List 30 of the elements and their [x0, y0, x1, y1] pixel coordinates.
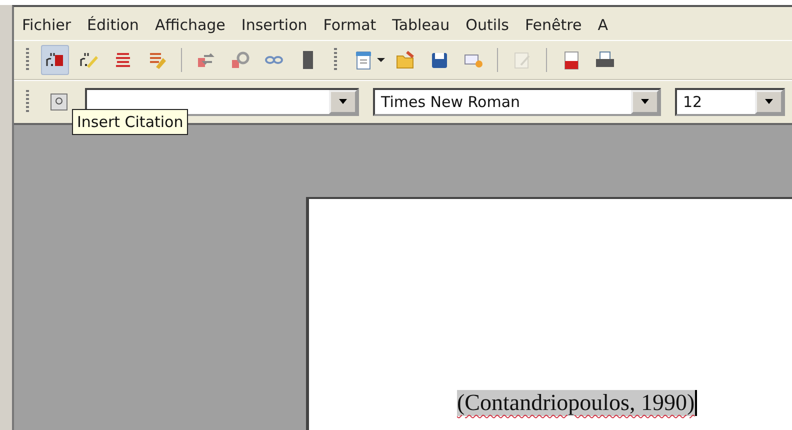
dropdown-button[interactable] — [329, 90, 357, 114]
tooltip: Insert Citation — [72, 109, 188, 135]
menu-item[interactable]: A — [598, 16, 608, 34]
menu-item[interactable]: Format — [323, 16, 376, 34]
menu-item[interactable]: Fenêtre — [525, 16, 582, 34]
menu-item[interactable]: Outils — [466, 16, 509, 34]
save-icon — [429, 50, 449, 70]
caret-icon — [764, 99, 774, 105]
menu-item[interactable]: Édition — [87, 16, 139, 34]
caret-icon — [640, 99, 650, 105]
style-combo[interactable] — [85, 88, 359, 116]
menu-item[interactable]: Affichage — [154, 16, 226, 34]
caret-icon[interactable] — [377, 57, 385, 63]
menu-item[interactable]: Tableau — [392, 16, 450, 34]
dropdown-button[interactable] — [755, 90, 783, 114]
list-pencil-icon — [147, 50, 167, 70]
caret-icon — [338, 99, 348, 105]
toolbar-button[interactable] — [41, 45, 69, 75]
edit-document-icon — [512, 50, 532, 70]
font-combo[interactable]: Times New Roman — [373, 88, 661, 116]
folder-icon — [395, 50, 415, 70]
new-document-icon — [353, 50, 373, 70]
pencil-icon — [79, 50, 99, 70]
menu-item[interactable]: Insertion — [241, 16, 308, 34]
menu-item[interactable]: Fichier — [22, 16, 72, 34]
size-combo[interactable]: 12 — [675, 88, 785, 116]
list-icon — [113, 50, 133, 70]
dropdown-button[interactable] — [631, 90, 659, 114]
printer-icon — [595, 50, 615, 70]
citation-text: (Contandriopoulos, 1990) — [457, 390, 697, 416]
